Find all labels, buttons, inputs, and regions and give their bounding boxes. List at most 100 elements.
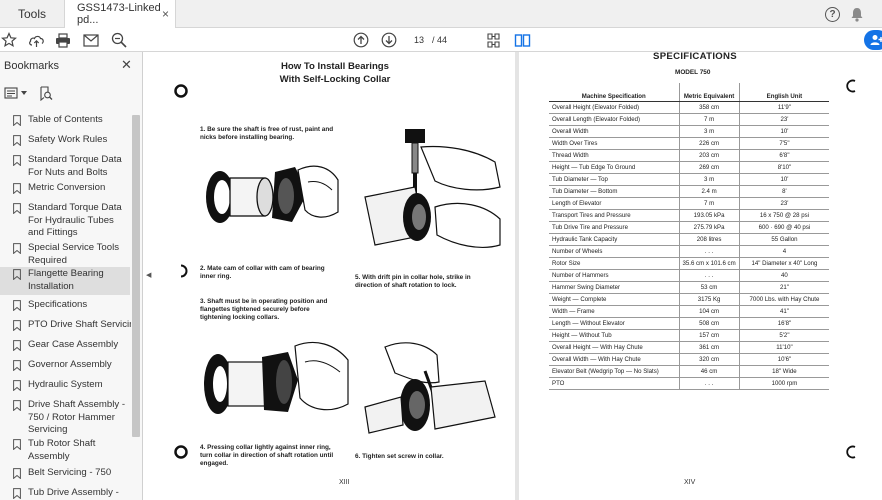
mail-icon[interactable] xyxy=(82,31,100,49)
star-icon[interactable] xyxy=(0,31,18,49)
table-cell: 7'5" xyxy=(738,137,830,150)
table-row: Width — Frame 104 cm 41" xyxy=(549,305,830,318)
page-number-right: XIV xyxy=(684,479,696,486)
table-cell: 14" Diameter x 40" Long xyxy=(738,257,830,270)
bell-icon[interactable] xyxy=(850,7,864,22)
bookmark-item[interactable]: Hydraulic System xyxy=(0,379,130,392)
help-icon[interactable]: ? xyxy=(825,6,840,22)
table-row: Overall Length (Elevator Folded) 7 m 23' xyxy=(549,113,830,126)
specifications-heading: SPECIFICATIONS xyxy=(653,51,737,62)
bookmark-label: Tub Drive Assembly - xyxy=(28,487,119,498)
page-number-input[interactable]: 13 xyxy=(408,32,430,48)
bookmark-icon xyxy=(13,380,21,391)
page-layout-icon[interactable] xyxy=(485,31,503,49)
table-cell: 361 cm xyxy=(678,341,740,354)
tab-tools[interactable]: Tools xyxy=(0,0,60,28)
table-cell: 23' xyxy=(738,197,830,210)
collapse-panel-icon[interactable]: ◀ xyxy=(146,271,151,279)
table-cell: 193.05 kPa xyxy=(678,209,740,222)
table-row: Height — Tub Edge To Ground 269 cm 8'10" xyxy=(549,161,830,174)
table-cell: 10' xyxy=(738,173,830,186)
table-cell: Number of Wheels xyxy=(549,245,679,258)
two-page-view-icon[interactable] xyxy=(513,31,531,49)
bookmark-label: Drive Shaft Assembly - 750 / Rotor Hamme… xyxy=(28,399,126,435)
bookmark-label: Table of Contents xyxy=(28,114,103,125)
table-cell: 4 xyxy=(738,245,830,258)
bookmark-icon xyxy=(13,243,21,254)
table-cell: 8'10" xyxy=(738,161,830,174)
print-icon[interactable] xyxy=(54,31,72,49)
collar-press-illustration xyxy=(204,341,349,414)
zoom-icon[interactable] xyxy=(110,31,128,49)
table-cell: Overall Width xyxy=(549,125,679,138)
bookmark-item[interactable]: Table of Contents xyxy=(0,114,130,127)
bookmark-icon xyxy=(13,300,21,311)
table-cell: Width Over Tires xyxy=(549,137,679,150)
table-cell: 5'2" xyxy=(738,329,830,342)
table-cell: 3 m xyxy=(678,173,740,186)
bookmark-label: Flangette Bearing Installation xyxy=(28,268,104,292)
table-cell: Weight — Complete xyxy=(549,293,679,306)
bookmark-icon xyxy=(13,468,21,479)
table-cell: Length — Without Elevator xyxy=(549,317,679,330)
bookmark-icon xyxy=(13,115,21,126)
bookmark-icon xyxy=(13,320,21,331)
bookmark-item[interactable]: Safety Work Rules xyxy=(0,134,130,147)
page-title-line-1: How To Install Bearings xyxy=(280,61,390,72)
bookmark-item[interactable]: Drive Shaft Assembly - 750 / Rotor Hamme… xyxy=(0,399,130,437)
specifications-table: Machine Specification Metric Equivalent … xyxy=(549,83,830,390)
table-cell: 3175 Kg xyxy=(678,293,740,306)
table-cell: 508 cm xyxy=(678,317,740,330)
table-cell: 2.4 m xyxy=(678,185,740,198)
share-button[interactable] xyxy=(864,30,882,50)
table-cell: 53 cm xyxy=(678,281,740,294)
bookmark-icon xyxy=(13,183,21,194)
bookmark-item[interactable]: Metric Conversion xyxy=(0,182,130,195)
bookmark-item[interactable]: Tub Drive Assembly - xyxy=(0,487,130,500)
document-viewer[interactable]: How To Install Bearings With Self-Lockin… xyxy=(155,51,882,500)
column-header: English Unit xyxy=(738,83,830,102)
bookmark-item[interactable]: Tub Rotor Shaft Assembly xyxy=(0,438,130,463)
tab-document-label: GSS1473-Linked pd... xyxy=(77,1,161,26)
table-cell: Overall Length (Elevator Folded) xyxy=(549,113,679,126)
share-user-icon xyxy=(870,35,882,45)
page-xiii: How To Install Bearings With Self-Lockin… xyxy=(155,52,515,500)
bookmark-options-icon[interactable] xyxy=(4,87,27,99)
table-row: Number of Wheels. . .4 xyxy=(549,245,830,258)
table-cell: 18" Wide xyxy=(738,365,830,378)
table-row: Height — Without Tub 157 cm 5'2" xyxy=(549,329,830,342)
table-cell: Height — Tub Edge To Ground xyxy=(549,161,679,174)
bookmark-item[interactable]: Belt Servicing - 750 xyxy=(0,467,130,480)
bookmark-item[interactable]: Standard Torque Data For Nuts and Bolts xyxy=(0,154,130,179)
table-row: Tub Diameter — Top 3 m 10' xyxy=(549,173,830,186)
next-page-icon[interactable] xyxy=(380,31,398,49)
close-tab-icon[interactable]: × xyxy=(162,7,169,21)
table-row: Length — Without Elevator 508 cm 16'8" xyxy=(549,317,830,330)
find-bookmark-icon[interactable] xyxy=(39,85,53,101)
page-title: How To Install Bearings With Self-Lockin… xyxy=(255,61,415,86)
bookmark-label: Metric Conversion xyxy=(28,182,106,193)
table-cell: 11'10" xyxy=(738,341,830,354)
cloud-upload-icon[interactable] xyxy=(27,31,45,49)
table-cell: Tub Diameter — Top xyxy=(549,173,679,186)
column-header: Machine Specification xyxy=(549,83,679,102)
bookmark-item[interactable]: Governor Assembly xyxy=(0,359,130,372)
table-cell: Transport Tires and Pressure xyxy=(549,209,679,222)
bookmark-item[interactable]: PTO Drive Shaft Servicing xyxy=(0,319,140,332)
page-title-line-2: With Self-Locking Collar xyxy=(279,73,391,85)
bookmark-item[interactable]: Gear Case Assembly xyxy=(0,339,130,352)
bookmark-item[interactable]: Specifications xyxy=(0,299,130,312)
bookmark-item[interactable]: Standard Torque Data For Hydraulic Tubes… xyxy=(0,202,130,240)
table-cell: Tub Diameter — Bottom xyxy=(549,185,679,198)
table-cell: 226 cm xyxy=(678,137,740,150)
bookmarks-panel: Bookmarks ✕ Table of Contents Safety Wor… xyxy=(0,52,143,500)
table-cell: 55 Gallon xyxy=(738,233,830,246)
bookmarks-panel-title: Bookmarks xyxy=(4,60,60,72)
close-panel-icon[interactable]: ✕ xyxy=(121,57,132,73)
bookmark-scrollbar-thumb[interactable] xyxy=(132,115,140,437)
bookmark-item[interactable]: Special Service Tools Required xyxy=(0,242,130,267)
bookmark-item-selected[interactable]: Flangette Bearing Installation xyxy=(0,267,130,295)
tab-document[interactable]: GSS1473-Linked pd... × xyxy=(64,0,176,28)
binder-hole-icon xyxy=(174,445,188,459)
previous-page-icon[interactable] xyxy=(352,31,370,49)
